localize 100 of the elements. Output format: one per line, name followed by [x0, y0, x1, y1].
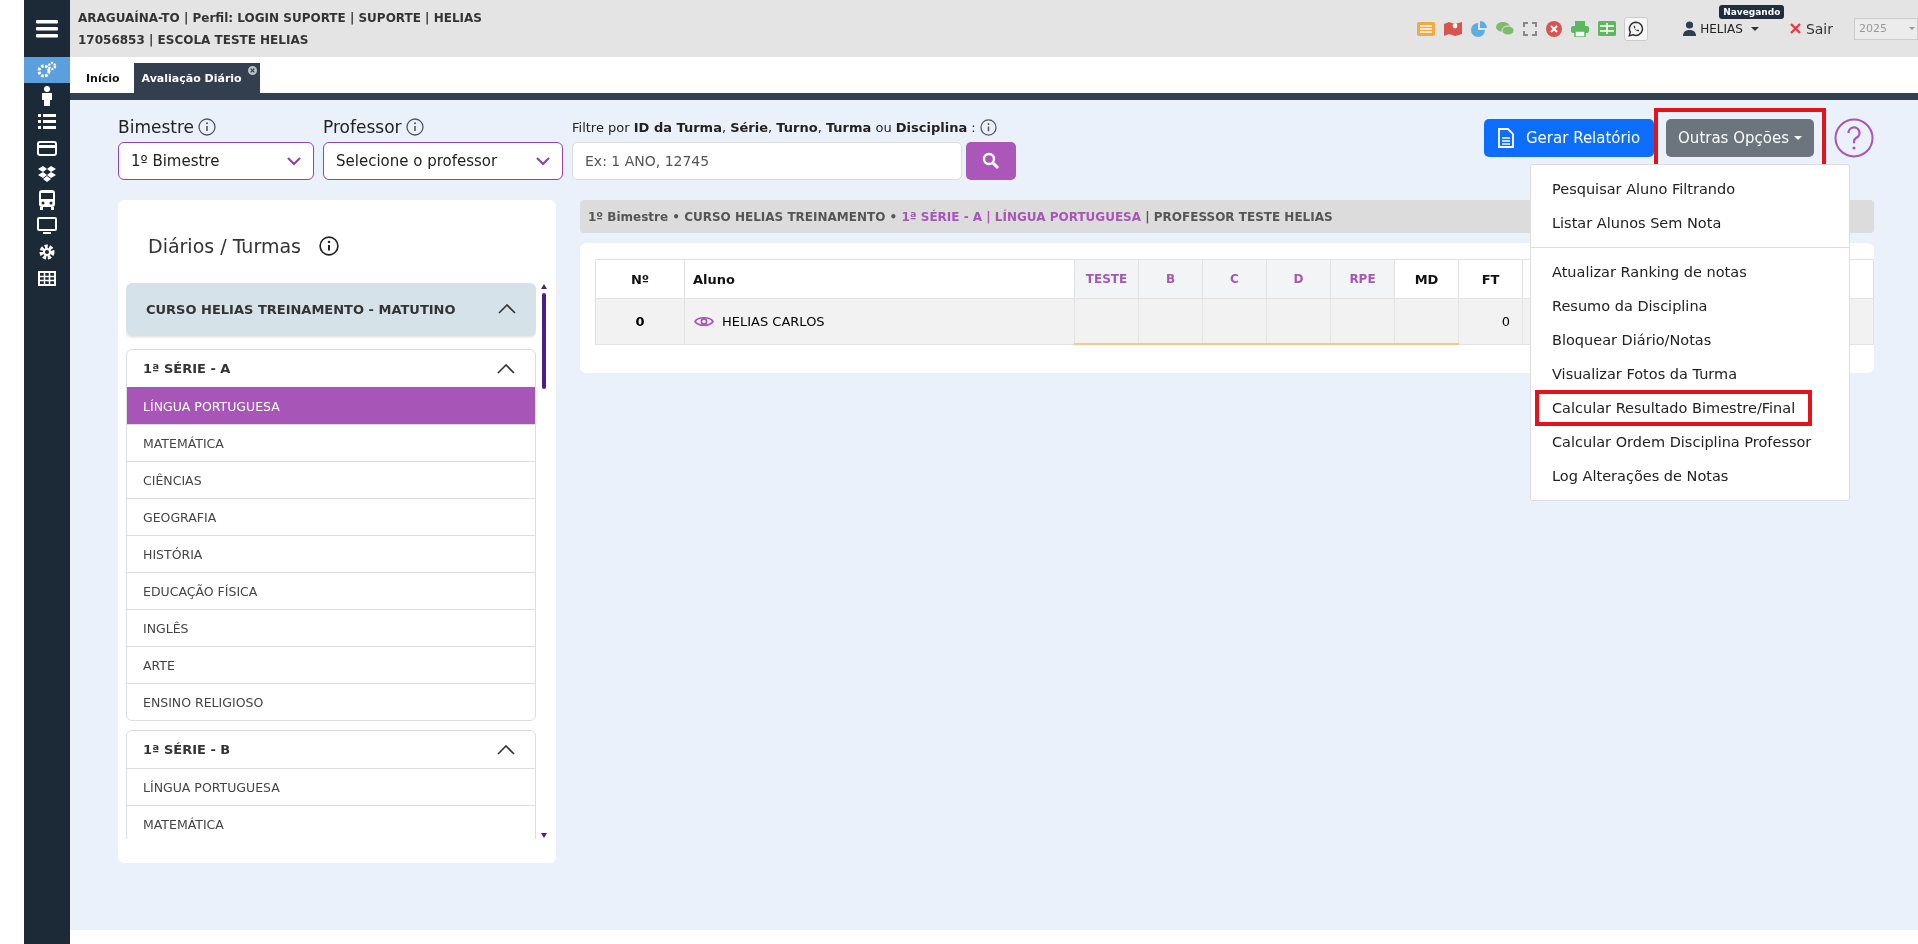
menu-item[interactable]: Log Alterações de Notas — [1535, 458, 1746, 494]
chat-icon — [1496, 21, 1515, 36]
menu-item[interactable]: Calcular Ordem Disciplina Professor — [1535, 424, 1829, 460]
grade-cell[interactable] — [1138, 298, 1203, 344]
professor-select[interactable]: Selecione o professor — [323, 142, 563, 180]
course-header[interactable]: CURSO HELIAS TREINAMENTO - MATUTINO — [126, 283, 536, 335]
person-icon — [41, 86, 53, 106]
subject-item[interactable]: LÍNGUA PORTUGUESA — [127, 768, 535, 805]
column-header: FT — [1458, 259, 1523, 299]
table-icon — [1598, 21, 1617, 36]
student-name: HELIAS CARLOS — [722, 313, 825, 329]
document-icon — [1498, 128, 1514, 148]
column-header: C — [1202, 259, 1267, 299]
subject-item[interactable]: GEOGRAFIA — [127, 498, 535, 535]
whatsapp-icon — [1628, 20, 1645, 37]
chevron-down-icon — [287, 156, 301, 166]
logout-button[interactable]: Sair — [1783, 19, 1839, 38]
list-icon — [38, 114, 56, 130]
subject-item[interactable]: EDUCAÇÃO FÍSICA — [127, 572, 535, 609]
info-icon — [405, 118, 424, 136]
settings-icon — [38, 243, 56, 261]
user-icon — [1683, 21, 1697, 36]
whatsapp-button[interactable] — [1624, 16, 1649, 41]
scrollbar-drawing[interactable] — [540, 283, 548, 839]
search-icon — [982, 152, 1000, 170]
session-info: ARAGUAÍNA-TO | Perfil: LOGIN SUPORTE | SUPORTE | HELIAS — [78, 9, 483, 27]
panel-title: Diários / Turmas — [148, 234, 301, 257]
grade-cell[interactable] — [1266, 298, 1331, 344]
menu-icon — [36, 18, 58, 39]
subject-item[interactable]: INGLÊS — [127, 609, 535, 646]
search-hint: Filtre por ID da Turma, Série, Turno, Turma ou Disciplina : — [572, 119, 976, 135]
column-header: RPE — [1330, 259, 1395, 299]
session-info: 17056853 | ESCOLA TESTE HELIAS — [78, 31, 310, 49]
grid-icon — [38, 270, 56, 286]
table-cell: 0 — [1458, 298, 1523, 344]
close-icon — [1546, 20, 1563, 37]
info-icon — [979, 118, 997, 136]
subject-item[interactable]: ENSINO RELIGIOSO — [127, 683, 535, 720]
table-cell: 0 — [595, 298, 685, 344]
toolbar-button[interactable] — [1597, 21, 1618, 36]
search-field[interactable]: Ex: 1 ANO, 12745 — [572, 142, 962, 180]
boxes-icon — [38, 166, 56, 182]
subject-item[interactable]: ARTE — [127, 646, 535, 683]
class-name: 1ª SÉRIE - A — [143, 361, 231, 376]
tab[interactable]: Avaliação Diário — [133, 63, 260, 93]
printer-icon — [1571, 20, 1590, 37]
close-icon[interactable] — [247, 66, 257, 75]
generate-report-button[interactable]: Gerar Relatório — [1484, 119, 1655, 157]
subject-item[interactable]: CIÊNCIAS — [127, 461, 535, 498]
search-button[interactable] — [966, 142, 1016, 180]
status-badge: Navegando — [1719, 5, 1785, 19]
chevron-up-icon — [497, 744, 515, 755]
column-header: B — [1138, 259, 1203, 299]
bus-icon — [38, 190, 56, 210]
other-options-button[interactable]: Outras Opções — [1666, 119, 1814, 157]
bimestre-select[interactable]: 1º Bimestre — [118, 142, 314, 180]
course-name: CURSO HELIAS TREINAMENTO - MATUTINO — [146, 301, 456, 317]
tab[interactable]: Início — [78, 63, 128, 93]
toolbar-button[interactable] — [1522, 21, 1539, 36]
field-label: Professor — [323, 117, 402, 137]
menu-item[interactable]: Visualizar Fotos da Turma — [1535, 356, 1755, 392]
menu-item[interactable]: Bloquear Diário/Notas — [1535, 322, 1729, 358]
menu-item[interactable]: Calcular Resultado Bimestre/Final — [1535, 390, 1813, 426]
monitor-icon — [37, 217, 57, 235]
field-label: Bimestre — [118, 117, 194, 137]
subject-item[interactable]: LÍNGUA PORTUGUESA — [127, 387, 535, 424]
gears-icon — [37, 61, 57, 79]
column-header: Nº — [595, 259, 685, 299]
toolbar-button[interactable] — [1545, 20, 1564, 37]
help-icon[interactable] — [1834, 118, 1874, 158]
grade-cell[interactable] — [1074, 298, 1139, 344]
info-icon — [318, 235, 339, 256]
subject-item[interactable]: MATEMÁTICA — [127, 424, 535, 461]
chevron-down-icon — [536, 156, 550, 166]
chevron-up-icon — [498, 304, 516, 314]
subject-item[interactable]: HISTÓRIA — [127, 535, 535, 572]
eye-icon[interactable] — [694, 314, 714, 328]
close-icon — [1789, 23, 1801, 34]
column-header: TESTE — [1074, 259, 1139, 299]
column-header: D — [1266, 259, 1331, 299]
list-icon — [1417, 21, 1436, 36]
user-name[interactable]: HELIAS — [1700, 21, 1743, 36]
class-header[interactable]: 1ª SÉRIE - B — [127, 731, 535, 768]
pie-chart-icon — [1471, 20, 1488, 37]
toolbar-button[interactable] — [1570, 20, 1591, 37]
info-icon — [198, 118, 216, 136]
grade-cell[interactable] — [1330, 298, 1395, 344]
grade-cell[interactable] — [1202, 298, 1267, 344]
map-icon — [1444, 20, 1463, 37]
fullscreen-icon — [1523, 21, 1538, 36]
toolbar-button[interactable] — [1443, 20, 1464, 37]
subject-item[interactable]: MATEMÁTICA — [127, 805, 535, 839]
class-header[interactable]: 1ª SÉRIE - A — [127, 350, 535, 387]
menu-item[interactable]: Atualizar Ranking de notas — [1535, 254, 1764, 290]
chevron-up-icon — [497, 363, 515, 374]
column-header: Aluno — [684, 259, 1075, 299]
class-name: 1ª SÉRIE - B — [143, 742, 231, 757]
column-header: MD — [1394, 259, 1459, 299]
menu-item[interactable]: Resumo da Disciplina — [1535, 288, 1725, 324]
grade-cell[interactable] — [1394, 298, 1459, 344]
